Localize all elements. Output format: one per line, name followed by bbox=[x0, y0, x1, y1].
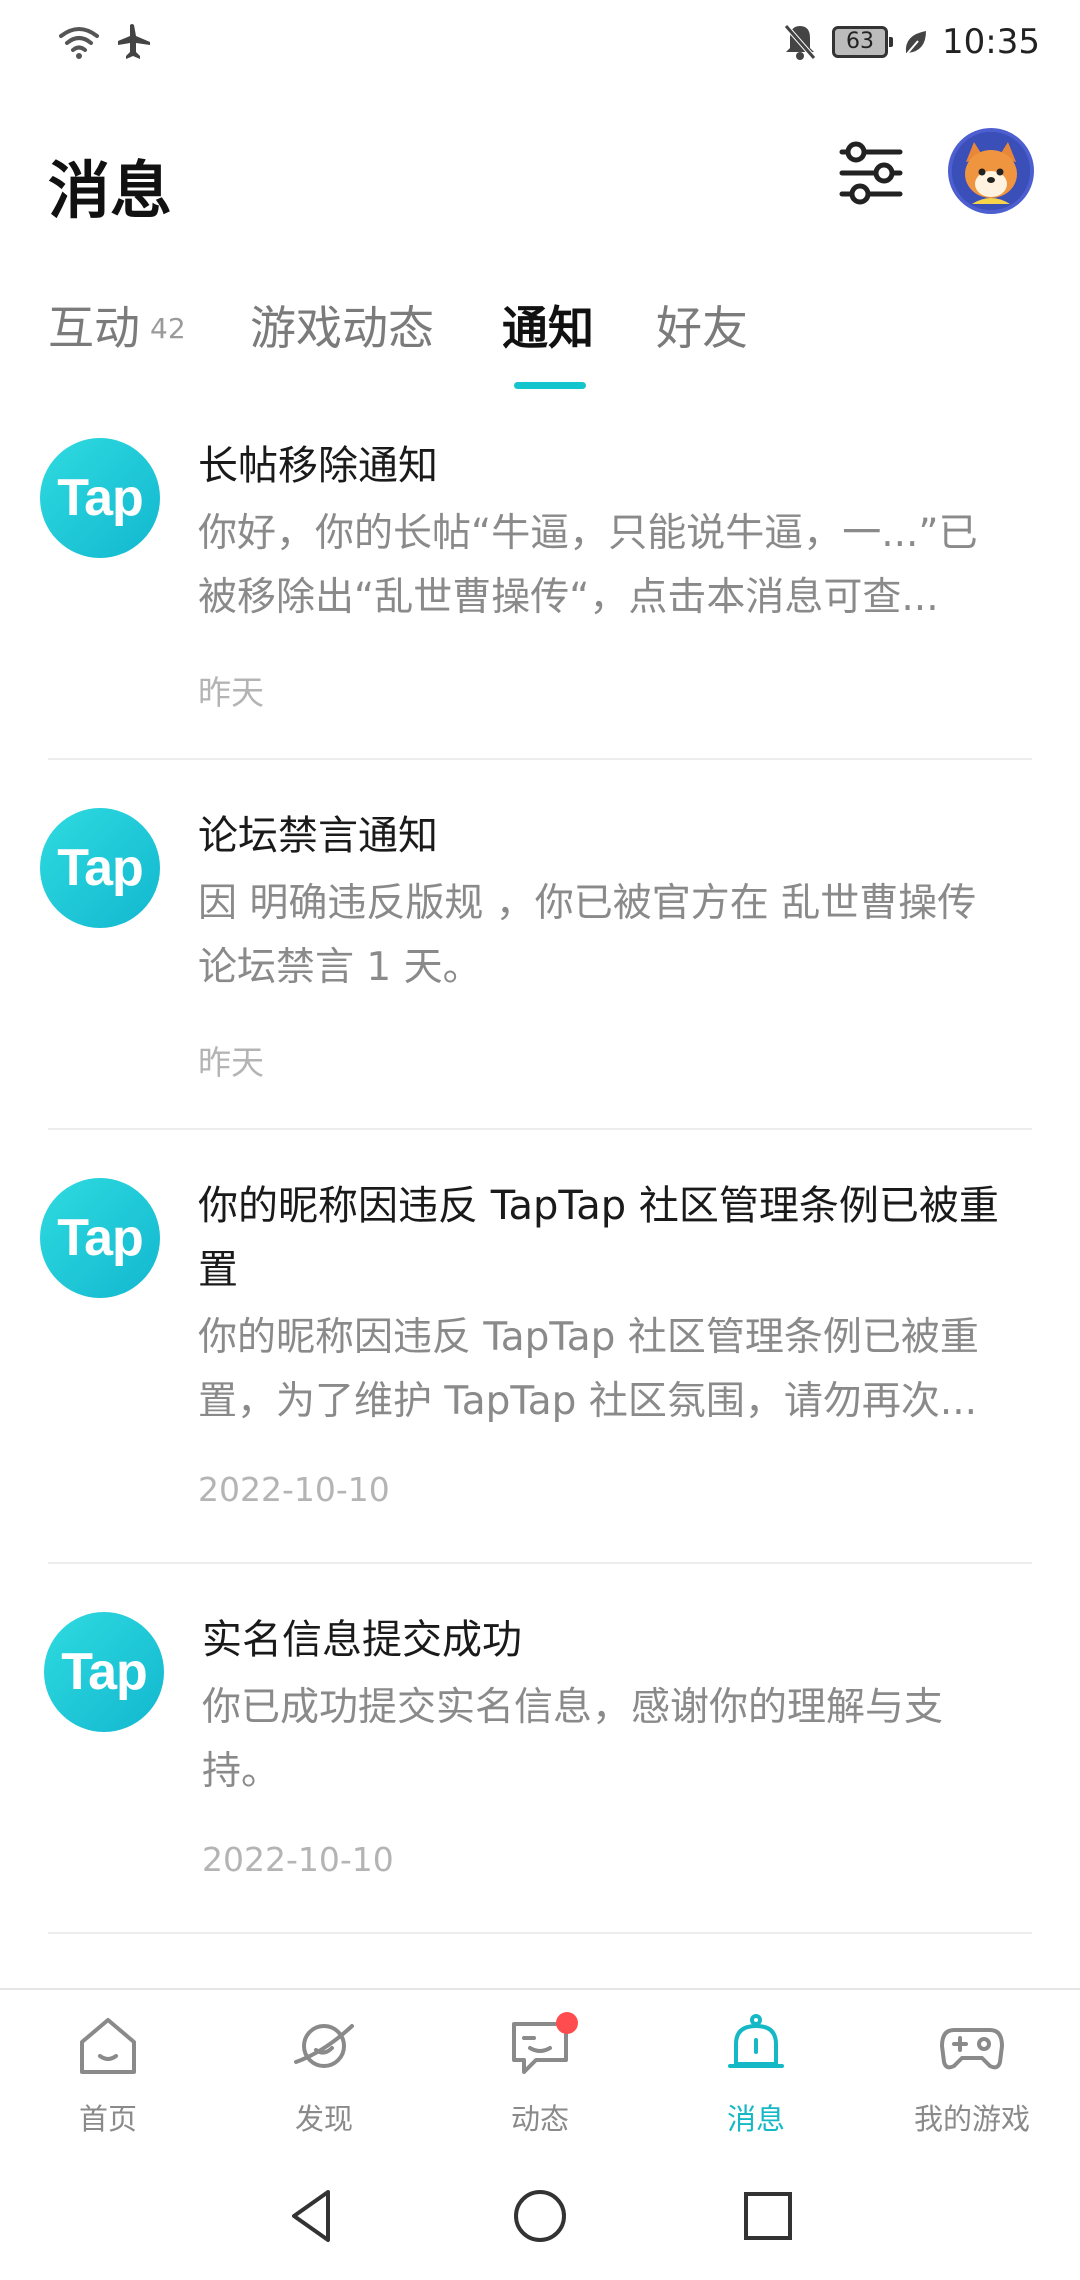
notification-item[interactable]: Tap 你的昵称因违反 TapTap 社区管理条例已被重 置 你的昵称因违反 T… bbox=[0, 1150, 1080, 1580]
battery-icon: 63 bbox=[832, 26, 894, 58]
nav-discover[interactable]: 发现 bbox=[244, 2012, 404, 2142]
notification-time: 2022-10-10 bbox=[202, 1840, 394, 1879]
mute-icon bbox=[784, 24, 816, 60]
tab-count-badge: 42 bbox=[150, 312, 186, 345]
gamepad-icon bbox=[940, 2028, 1004, 2070]
taptap-logo-icon: Tap bbox=[40, 808, 160, 928]
divider bbox=[48, 1932, 1032, 1934]
bottom-nav: 首页 发现 动态 消息 我的游戏 bbox=[0, 1988, 1080, 2152]
nav-label: 消息 bbox=[726, 2102, 785, 2136]
taptap-logo-icon: Tap bbox=[40, 438, 160, 558]
notification-body-line: 因 明确违反版规 ，你已被官方在 乱世曹操传 bbox=[198, 881, 977, 926]
tab-bar: 互动 42 游戏动态 通知 好友 bbox=[0, 280, 1080, 400]
notification-item[interactable]: Tap 长帖移除通知 你好，你的长帖“牛逼，只能说牛逼，一...”已 被移除出“… bbox=[0, 410, 1080, 760]
messages-screen: 63 10:35 消息 互动 42 游戏动态 通知 好友 Tap 长帖移除通知 … bbox=[0, 0, 1080, 2280]
nav-label: 动态 bbox=[510, 2102, 569, 2136]
tab-interaction[interactable]: 互动 42 bbox=[48, 292, 186, 358]
notification-body-line: 论坛禁言 1 天。 bbox=[198, 945, 482, 990]
notification-body-line: 你好，你的长帖“牛逼，只能说牛逼，一...”已 bbox=[198, 511, 978, 556]
notification-title-line: 你的昵称因违反 TapTap 社区管理条例已被重 bbox=[198, 1183, 999, 1229]
status-left bbox=[58, 22, 154, 62]
tab-friends[interactable]: 好友 bbox=[656, 292, 748, 358]
notification-title: 论坛禁言通知 bbox=[198, 813, 438, 859]
status-bar: 63 10:35 bbox=[0, 0, 1080, 92]
divider bbox=[48, 758, 1032, 760]
planet-icon bbox=[294, 2024, 354, 2068]
nav-label: 我的游戏 bbox=[913, 2102, 1030, 2136]
notification-time: 昨天 bbox=[198, 673, 264, 712]
home-icon bbox=[80, 2018, 136, 2074]
nav-label: 发现 bbox=[294, 2102, 353, 2136]
status-right: 63 10:35 bbox=[782, 22, 1040, 62]
avatar-image bbox=[952, 132, 1030, 210]
leaf-icon bbox=[905, 31, 927, 56]
notification-body-line: 置，为了维护 TapTap 社区氛围，请勿再次... bbox=[198, 1379, 978, 1424]
notification-title: 实名信息提交成功 bbox=[202, 1617, 522, 1663]
notification-body-line: 你的昵称因违反 TapTap 社区管理条例已被重 bbox=[198, 1315, 979, 1360]
divider bbox=[48, 1128, 1032, 1130]
tab-label: 互动 bbox=[48, 301, 140, 355]
home-circle-icon[interactable] bbox=[510, 2186, 570, 2246]
tab-game-updates[interactable]: 游戏动态 bbox=[250, 292, 434, 358]
airplane-icon bbox=[118, 24, 150, 59]
nav-home[interactable]: 首页 bbox=[28, 2012, 188, 2142]
back-icon[interactable] bbox=[282, 2186, 342, 2246]
notification-time: 昨天 bbox=[198, 1043, 264, 1082]
clock: 10:35 bbox=[942, 22, 1040, 62]
user-avatar[interactable] bbox=[948, 128, 1034, 214]
notification-dot bbox=[556, 2012, 578, 2034]
recents-icon[interactable] bbox=[738, 2186, 798, 2246]
notification-item[interactable]: Tap 论坛禁言通知 因 明确违反版规 ，你已被官方在 乱世曹操传 论坛禁言 1… bbox=[0, 780, 1080, 1130]
divider bbox=[48, 1562, 1032, 1564]
active-tab-indicator bbox=[514, 382, 586, 389]
notification-title: 长帖移除通知 bbox=[198, 443, 438, 489]
nav-messages[interactable]: 消息 bbox=[676, 2012, 836, 2142]
notification-body-line: 你已成功提交实名信息，感谢你的理解与支 bbox=[202, 1685, 944, 1730]
filter-button[interactable] bbox=[836, 138, 906, 208]
notification-item[interactable]: Tap 实名信息提交成功 你已成功提交实名信息，感谢你的理解与支 持。 2022… bbox=[0, 1584, 1080, 1934]
tab-label: 通知 bbox=[502, 301, 594, 355]
notification-body-line: 被移除出“乱世曹操传“，点击本消息可查... bbox=[198, 575, 939, 620]
sliders-icon bbox=[839, 141, 903, 205]
header: 消息 bbox=[0, 110, 1080, 240]
tab-label: 游戏动态 bbox=[250, 301, 434, 355]
page-title: 消息 bbox=[48, 154, 173, 227]
nav-my-games[interactable]: 我的游戏 bbox=[892, 2012, 1052, 2142]
bell-icon bbox=[728, 2014, 784, 2068]
notification-title-line: 置 bbox=[198, 1247, 238, 1293]
tab-notifications[interactable]: 通知 bbox=[502, 292, 594, 358]
system-navigation-bar bbox=[0, 2152, 1080, 2280]
nav-feed[interactable]: 动态 bbox=[460, 2012, 620, 2142]
notification-body-line: 持。 bbox=[202, 1749, 281, 1794]
tab-label: 好友 bbox=[656, 301, 748, 355]
nav-label: 首页 bbox=[78, 2102, 137, 2136]
taptap-logo-icon: Tap bbox=[44, 1612, 164, 1732]
notification-time: 2022-10-10 bbox=[198, 1470, 390, 1509]
taptap-logo-icon: Tap bbox=[40, 1178, 160, 1298]
wifi-icon bbox=[59, 27, 99, 59]
